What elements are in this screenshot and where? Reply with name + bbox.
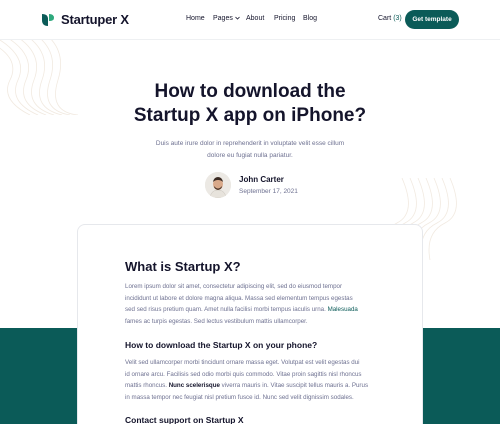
nav-item-blog[interactable]: Blog (303, 15, 317, 22)
paragraph-1-line-1: Lorem ipsum dolor sit amet, consectetur … (125, 283, 343, 290)
paragraph-2-line-2: id ornare arcu. Facilisis sed odio morbi… (125, 370, 362, 378)
malesuada-link[interactable]: Malesuada (328, 306, 358, 313)
article-paragraph-2: Velit sed ullamcorper morbi tincidunt or… (125, 357, 375, 403)
brand-name: Startuper X (61, 12, 129, 27)
nav-item-pages[interactable]: Pages (213, 15, 240, 22)
chevron-down-icon (235, 16, 240, 20)
paragraph-1-line-2: incididunt ut labore et dolore magna ali… (125, 294, 353, 302)
paragraph-1-line-3: sed sed risus pretium quam. Amet nulla f… (125, 304, 375, 316)
paragraph-1-line-3-text: sed sed risus pretium quam. Amet nulla f… (125, 306, 328, 313)
nav-item-pages-label: Pages (213, 15, 233, 22)
page-title: How to download the Startup X app on iPh… (0, 80, 500, 128)
post-date: September 17, 2021 (239, 188, 298, 195)
author-name[interactable]: John Carter (239, 175, 298, 184)
article-subheading: How to download the Startup X on your ph… (125, 340, 318, 350)
cart-count: (3) (393, 15, 402, 22)
author-block: John Carter September 17, 2021 (205, 172, 298, 198)
author-avatar (205, 172, 231, 198)
paragraph-2-line-1: Velit sed ullamcorper morbi tincidunt or… (125, 359, 360, 366)
page-subtitle-line-2: dolore eu fugiat nulla pariatur. (207, 152, 293, 159)
top-navbar: Startuper X Home Pages About Pricing Blo… (0, 0, 500, 40)
article-card: What is Startup X? Lorem ipsum dolor sit… (77, 224, 423, 424)
paragraph-1-line-4: fames ac turpis egestas. Sed lectus vest… (125, 317, 308, 325)
paragraph-2-line-3-start: mattis rhoncus. (125, 382, 169, 389)
page-title-line-2: Startup X app on iPhone? (133, 105, 367, 126)
paragraph-2-line-3: mattis rhoncus. Nunc scelerisque viverra… (125, 380, 375, 392)
nav-item-about[interactable]: About (246, 15, 264, 22)
article-heading: What is Startup X? (125, 259, 241, 274)
brand-logo[interactable]: Startuper X (41, 12, 129, 27)
get-template-button[interactable]: Get template (405, 10, 459, 29)
page-title-line-1: How to download the (154, 81, 346, 102)
page-subtitle: Duis aute irure dolor in reprehenderit i… (150, 138, 350, 162)
nunc-scelerisque-bold: Nunc scelerisque (168, 382, 220, 389)
cart-label: Cart (378, 15, 392, 22)
article-body: What is Startup X? Lorem ipsum dolor sit… (125, 259, 375, 424)
article-paragraph-1: Lorem ipsum dolor sit amet, consectetur … (125, 281, 375, 327)
logo-icon (42, 13, 54, 26)
next-section-heading: Contact support on Startup X (125, 415, 244, 424)
nav-item-home[interactable]: Home (186, 15, 205, 22)
paragraph-2-line-3-end: viverra mauris in. Vitae suscipit tellus… (219, 382, 369, 389)
nav-item-pricing[interactable]: Pricing (274, 15, 295, 22)
person-avatar-icon (205, 172, 231, 198)
paragraph-2-line-4: in massa tempor nec feugiat nisl pretium… (125, 393, 354, 401)
page-subtitle-line-1: Duis aute irure dolor in reprehenderit i… (155, 140, 345, 147)
cart-link[interactable]: Cart (3) (378, 15, 402, 22)
